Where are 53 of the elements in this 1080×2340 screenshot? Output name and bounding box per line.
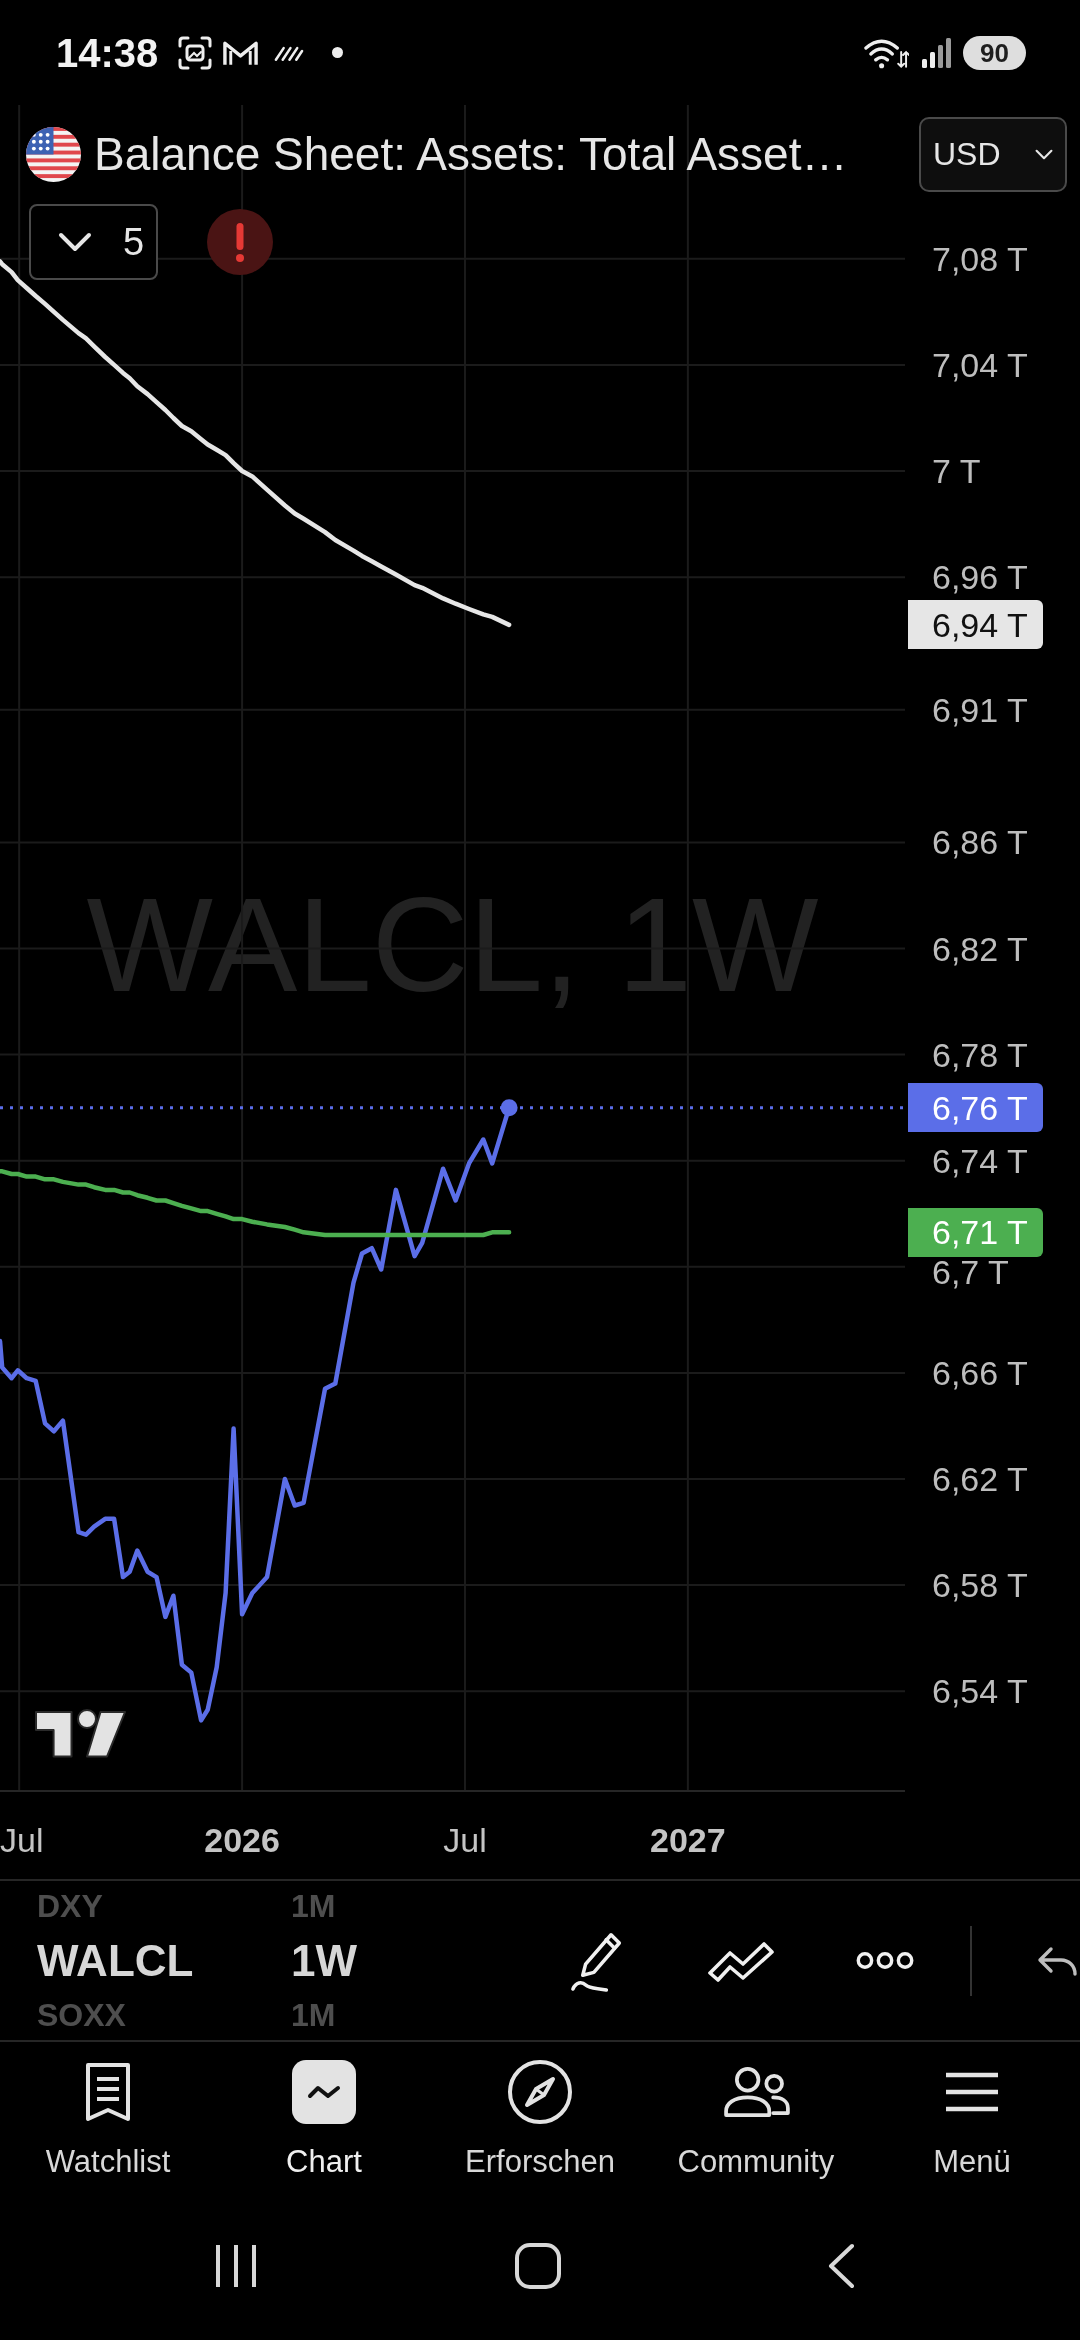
axis-label: 6,62 T (932, 1460, 1028, 1498)
nav-tab[interactable]: Erforschen (432, 2042, 648, 2230)
price-badge: 6,76 T (908, 1083, 1043, 1133)
back-icon (826, 2243, 856, 2289)
nav-tab[interactable]: Menü (864, 2042, 1080, 2230)
signal-icon (921, 37, 952, 68)
axis-label: 6,74 T (932, 1141, 1028, 1180)
symbol-option[interactable]: WALCL 1W (37, 1931, 367, 1990)
screenshot-icon (178, 35, 213, 70)
back-button[interactable] (826, 2243, 856, 2289)
axis-label: 7 T (932, 452, 981, 491)
indicators-toggle[interactable]: 5 (29, 204, 158, 280)
bookmark-list-icon (84, 2062, 132, 2122)
axis-label: Jul (0, 1821, 44, 1859)
axis-label: 2027 (650, 1821, 726, 1859)
axis-label: 7,04 T (932, 345, 1028, 384)
axis-label: 6,96 T (932, 558, 1028, 597)
axis-label: 7,08 T (932, 239, 1028, 278)
compass-icon (507, 2059, 573, 2125)
axis-label: 6,66 T (932, 1353, 1028, 1392)
chart-icon (292, 2060, 356, 2124)
currency-dropdown[interactable]: USD (919, 116, 1067, 192)
recents-icon (215, 2243, 257, 2289)
axis-label: 6,86 T (932, 823, 1028, 862)
home-icon (515, 2243, 561, 2289)
price-badge: 6,71 T (908, 1207, 1043, 1257)
clock-time: 14:38 (56, 29, 159, 76)
menu-icon (944, 2071, 1000, 2113)
axis-label: Jul (443, 1821, 487, 1859)
battery-indicator: 90 (963, 35, 1026, 70)
axis-label: 6,58 T (932, 1566, 1028, 1605)
users-icon (721, 2065, 791, 2119)
dot-icon (332, 47, 344, 58)
chevron-down-icon (58, 232, 92, 252)
alert-icon[interactable] (207, 209, 273, 275)
axis-label: 2026 (204, 1821, 280, 1859)
chevron-down-icon (1035, 148, 1053, 160)
nav-tab[interactable]: Watchlist (0, 2042, 216, 2230)
axis-label: 6,78 T (932, 1035, 1028, 1074)
chart-title: Balance Sheet: Assets: Total Asset… (94, 127, 848, 182)
logo-icon (33, 1708, 128, 1760)
price-badge: 6,94 T (908, 600, 1043, 650)
nav-tab[interactable]: Chart (216, 2042, 432, 2230)
trend-line-icon (706, 1939, 776, 1982)
axis-label: 6,91 T (932, 690, 1028, 729)
axis-label: 6,54 T (932, 1672, 1028, 1711)
more-icon (855, 1950, 915, 1971)
endpoint-dot-icon (500, 1099, 518, 1117)
axis-label: 6,82 T (932, 929, 1028, 968)
flag-icon (26, 126, 81, 182)
home-button[interactable] (515, 2243, 561, 2289)
nav-tab[interactable]: Community (648, 2042, 864, 2230)
recents-button[interactable] (215, 2243, 257, 2289)
